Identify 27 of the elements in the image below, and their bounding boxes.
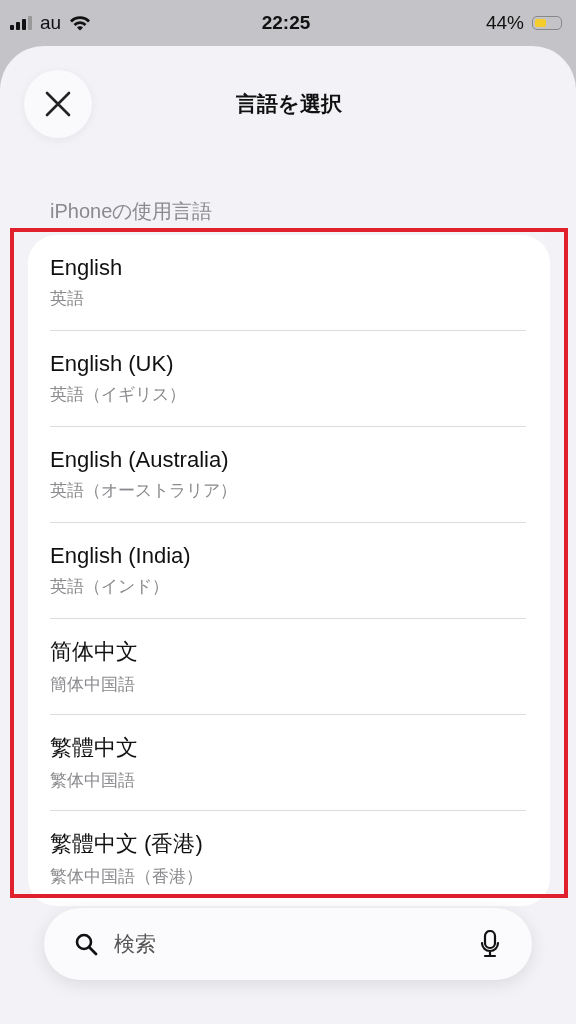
battery-icon — [532, 16, 562, 30]
language-name[interactable]: English (UK) — [50, 351, 526, 377]
microphone-icon[interactable] — [480, 930, 500, 958]
clock-time: 22:25 — [261, 12, 311, 34]
language-translation: 英語（イギリス） — [50, 383, 187, 406]
language-name[interactable]: English (India) — [50, 543, 526, 569]
search-bar[interactable]: 検索 — [44, 908, 532, 980]
language-translation: 簡体中国語 — [50, 673, 136, 696]
section-header: iPhoneの使用言語 — [49, 199, 214, 224]
language-translation: 英語（インド） — [50, 575, 170, 598]
signal-icon — [10, 16, 32, 30]
search-field[interactable]: 検索 — [112, 931, 466, 957]
language-translation: 繁体中国語 — [50, 769, 136, 792]
wifi-icon — [69, 15, 92, 31]
language-translation: 英語 — [50, 287, 85, 310]
carrier-name: au — [40, 12, 62, 34]
language-name[interactable]: English (Australia) — [50, 447, 526, 473]
language-name[interactable]: 繁體中文 — [50, 733, 526, 763]
language-translation: 英語（オーストラリア） — [50, 479, 238, 502]
language-name[interactable]: 繁體中文 (香港) — [50, 829, 526, 859]
close-icon — [45, 91, 71, 117]
battery-percent: 44% — [485, 12, 524, 34]
language-name[interactable]: 简体中文 — [50, 637, 526, 667]
sheet-title: 言語を選択 — [235, 91, 343, 118]
language-translation: 繁体中国語（香港） — [50, 865, 204, 888]
search-icon — [74, 932, 98, 956]
language-name[interactable]: English — [50, 255, 526, 281]
